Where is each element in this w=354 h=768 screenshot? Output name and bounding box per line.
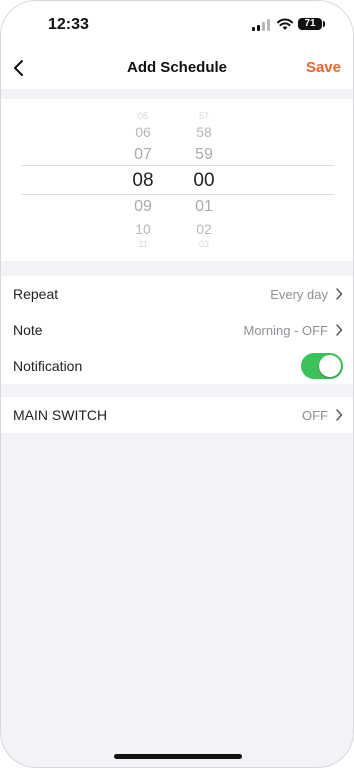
status-time: 12:33 xyxy=(48,16,89,33)
repeat-label: Repeat xyxy=(13,286,59,302)
hour-option: 11 xyxy=(138,239,148,249)
phone-screen: 12:33 71 Add Schedule Save 05 06 07 08 0… xyxy=(0,0,354,768)
hour-option: 10 xyxy=(135,221,151,237)
main-switch-row[interactable]: MAIN SWITCH OFF xyxy=(1,397,353,433)
minute-option: 03 xyxy=(198,239,209,249)
hour-option: 09 xyxy=(134,198,152,215)
home-indicator[interactable] xyxy=(114,754,242,759)
nav-header: Add Schedule Save xyxy=(1,47,353,89)
time-picker[interactable]: 05 06 07 08 09 10 11 57 58 59 00 01 02 0… xyxy=(1,99,353,261)
switch-list: MAIN SWITCH OFF xyxy=(1,397,353,433)
repeat-row[interactable]: Repeat Every day xyxy=(1,276,353,312)
note-label: Note xyxy=(13,322,43,338)
main-switch-value: OFF xyxy=(302,408,328,423)
battery-cap xyxy=(323,21,325,27)
wifi-icon xyxy=(277,18,293,30)
status-bar: 12:33 71 xyxy=(1,1,353,47)
hour-option: 05 xyxy=(137,111,148,121)
picker-selection-bottom-line xyxy=(21,194,334,195)
minute-option: 01 xyxy=(195,198,213,215)
minute-wheel[interactable]: 57 58 59 00 01 02 03 xyxy=(182,99,226,261)
minute-option: 59 xyxy=(195,146,213,163)
main-switch-label: MAIN SWITCH xyxy=(13,407,108,423)
chevron-right-icon xyxy=(336,324,343,336)
hour-wheel[interactable]: 05 06 07 08 09 10 11 xyxy=(121,99,165,261)
settings-list: Repeat Every day Note Morning - OFF Noti… xyxy=(1,276,353,384)
save-button[interactable]: Save xyxy=(306,59,341,76)
minute-selected: 00 xyxy=(193,170,215,191)
notification-toggle[interactable] xyxy=(301,353,343,379)
note-value: Morning - OFF xyxy=(243,323,328,338)
repeat-value: Every day xyxy=(270,287,328,302)
toggle-knob xyxy=(319,355,341,377)
page-title: Add Schedule xyxy=(126,59,227,76)
battery-icon: 71 xyxy=(298,18,322,30)
notification-label: Notification xyxy=(13,358,83,374)
hour-selected: 08 xyxy=(132,170,154,191)
chevron-right-icon xyxy=(336,409,343,421)
signal-icon xyxy=(252,19,270,31)
hour-option: 06 xyxy=(135,124,151,140)
notification-row: Notification xyxy=(1,348,353,384)
picker-selection-top-line xyxy=(21,165,334,166)
hour-option: 07 xyxy=(134,146,152,163)
minute-option: 02 xyxy=(196,221,212,237)
minute-option: 57 xyxy=(198,111,209,121)
chevron-right-icon xyxy=(336,288,343,300)
note-row[interactable]: Note Morning - OFF xyxy=(1,312,353,348)
minute-option: 58 xyxy=(196,124,212,140)
